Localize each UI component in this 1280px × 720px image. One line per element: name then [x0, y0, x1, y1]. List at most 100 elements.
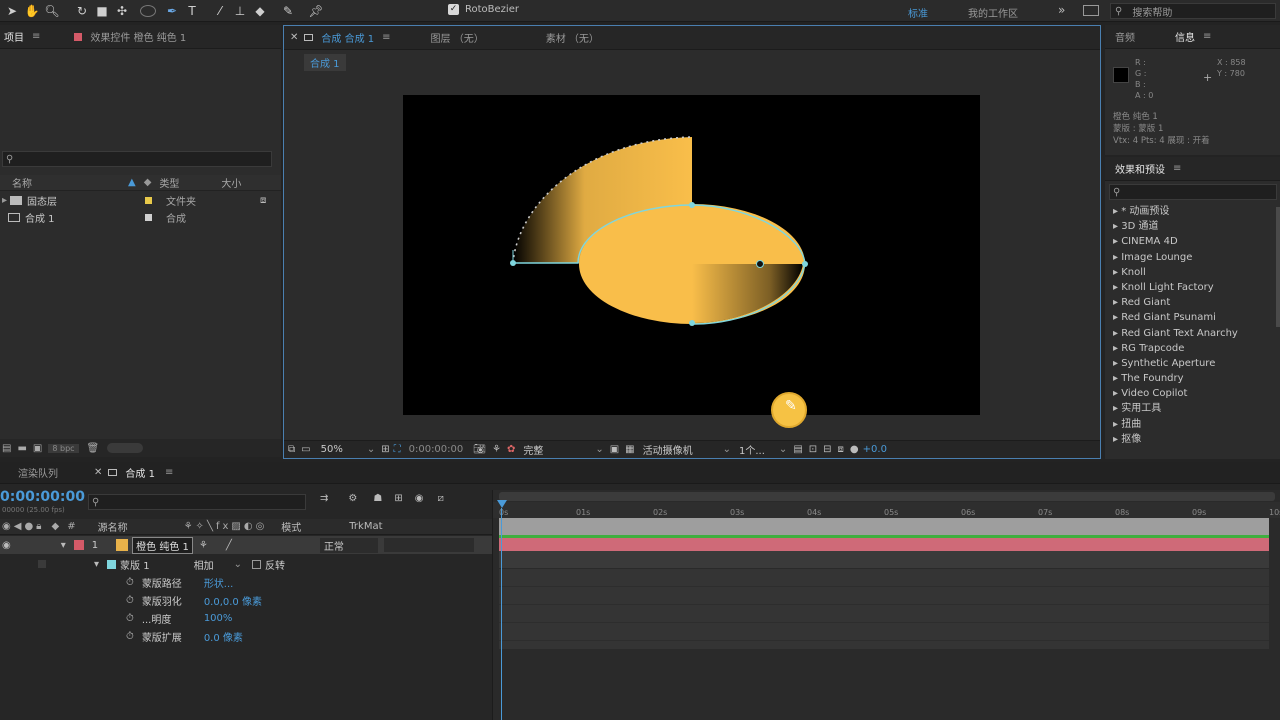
work-area-bar[interactable]	[499, 492, 1275, 501]
effects-category-item[interactable]: Knoll	[1105, 265, 1275, 280]
shy-switch-icon[interactable]: ⚘	[199, 540, 208, 551]
timeline-timecode[interactable]: 0:00:00:00	[0, 489, 85, 505]
effects-category-item[interactable]: Red Giant Psunami	[1105, 310, 1275, 325]
effects-category-item[interactable]: Synthetic Aperture	[1105, 356, 1275, 371]
comp-breadcrumb[interactable]: 合成 1	[304, 54, 346, 71]
effects-category-item[interactable]: CINEMA 4D	[1105, 234, 1275, 249]
workspace-menu-icon[interactable]	[1083, 5, 1099, 16]
zoom-tool-icon[interactable]: 🔍︎	[42, 1, 62, 21]
video-switch-icon[interactable]: ◉	[2, 521, 11, 532]
fast-preview-icon[interactable]: ⊡	[809, 444, 817, 455]
interpret-footage-icon[interactable]: ▤	[2, 443, 11, 454]
chevron-down-icon[interactable]: ⌄	[779, 444, 787, 455]
stopwatch-icon[interactable]: ⏱	[126, 595, 134, 606]
resolution-select[interactable]: 完整	[523, 442, 543, 457]
exposure-value[interactable]: +0.0	[863, 444, 887, 455]
panel-menu-icon[interactable]: ≡	[1173, 163, 1181, 174]
pen-tool-icon[interactable]: ✒	[162, 1, 182, 21]
effects-category-item[interactable]: Video Copilot	[1105, 386, 1275, 401]
property-value[interactable]: 0.0,0.0 像素	[204, 593, 262, 608]
panel-menu-icon[interactable]: ≡	[32, 31, 40, 42]
layer-row[interactable]: ◉ ▾ 1 橙色 纯色 1 ⚘ ╱ 正常	[0, 536, 492, 554]
sort-arrow-icon[interactable]: ▲	[128, 177, 136, 188]
comp-canvas[interactable]	[403, 95, 980, 415]
motion-blur-icon[interactable]: ◉	[415, 493, 424, 504]
property-value[interactable]: 形状...	[204, 575, 234, 590]
mask-name[interactable]: 蒙版 1	[120, 557, 150, 572]
trash-icon[interactable]: 🗑︎	[87, 443, 100, 454]
expand-arrow-icon[interactable]: ▾	[94, 559, 99, 570]
mask-property-row[interactable]: ⏱ 蒙版羽化 0.0,0.0 像素	[0, 591, 492, 609]
rotobezier-checkbox[interactable]: ✓	[448, 4, 459, 15]
flowchart-icon[interactable]: ⧈	[838, 444, 844, 455]
current-time-indicator-head[interactable]	[497, 500, 507, 508]
label-color-swatch[interactable]	[73, 540, 84, 550]
project-search-input[interactable]: ⚲	[2, 151, 272, 167]
mask-property-row[interactable]: ⏱ 蒙版扩展 0.0 像素	[0, 627, 492, 645]
solo-switch-icon[interactable]: ●	[24, 521, 33, 532]
effects-search-input[interactable]: ⚲	[1109, 184, 1277, 200]
workspace-mine[interactable]: 我的工作区	[968, 5, 1018, 20]
hand-tool-icon[interactable]: ✋	[22, 1, 42, 21]
project-item-folder[interactable]: ▸ 固态层 文件夹 ⧈	[0, 192, 281, 208]
text-tool-icon[interactable]: T	[182, 1, 202, 21]
chevron-down-icon[interactable]: ⌄	[723, 444, 731, 455]
stopwatch-icon[interactable]: ⏱	[126, 613, 134, 624]
camera-tool-icon[interactable]: ■	[92, 1, 112, 21]
always-preview-icon[interactable]: ⧉	[288, 444, 295, 455]
grid-icon[interactable]: ⊞	[381, 444, 389, 455]
close-icon[interactable]: ✕	[94, 467, 102, 478]
rotobezier-option[interactable]: ✓ RotoBezier	[448, 4, 519, 15]
tab-render-queue[interactable]: 渲染队列	[18, 465, 58, 480]
expand-arrow-icon[interactable]: ▾	[61, 540, 66, 551]
lock-switch-icon[interactable]: 🔒︎	[36, 521, 41, 532]
panel-menu-icon[interactable]: ≡	[382, 32, 390, 43]
clone-stamp-tool-icon[interactable]: ⊥	[230, 1, 250, 21]
tab-layer[interactable]: 图层 （无）	[431, 30, 484, 45]
mask-property-row[interactable]: ⏱ ...明度 100%	[0, 609, 492, 627]
col-size[interactable]: 大小	[221, 175, 241, 190]
switches-column-icons[interactable]: ⚘✧╲fx▨◐◎	[184, 521, 268, 532]
effects-category-item[interactable]: 实用工具	[1105, 401, 1275, 416]
comp-mini-flowchart-icon[interactable]: ⇉	[320, 493, 328, 504]
close-icon[interactable]: ✕	[290, 32, 298, 43]
panel-menu-icon[interactable]: ≡	[1203, 31, 1211, 42]
new-folder-icon[interactable]: ▬	[17, 443, 26, 454]
invert-checkbox[interactable]	[251, 559, 261, 569]
mask-mode-select[interactable]: 相加	[194, 557, 214, 572]
current-time-indicator-line[interactable]	[501, 508, 502, 720]
draft-3d-icon[interactable]: ⚙	[348, 493, 357, 504]
chevron-down-icon[interactable]: ⌄	[595, 444, 603, 455]
effects-scrollbar[interactable]	[1276, 207, 1280, 327]
effects-category-item[interactable]: RG Trapcode	[1105, 341, 1275, 356]
effects-category-item[interactable]: The Foundry	[1105, 371, 1275, 386]
effects-category-item[interactable]: 扭曲	[1105, 417, 1275, 432]
bpc-button[interactable]: 8 bpc	[48, 443, 79, 453]
zoom-select[interactable]: 50%	[321, 444, 343, 455]
ellipse-tool-icon[interactable]	[140, 4, 156, 17]
mask-color-swatch[interactable]	[107, 559, 117, 569]
effects-category-item[interactable]: 3D 通道	[1105, 219, 1275, 234]
col-mode[interactable]: 模式	[281, 519, 301, 534]
tab-effect-controls[interactable]: 效果控件 橙色 纯色 1	[90, 29, 186, 44]
stopwatch-icon[interactable]: ⏱	[126, 577, 134, 588]
property-value[interactable]: 0.0 像素	[204, 629, 243, 644]
timeline-toggle-icon[interactable]: ⊟	[823, 444, 831, 455]
tab-info[interactable]: 信息	[1175, 29, 1195, 44]
views-select[interactable]: 1个...	[739, 442, 765, 457]
panel-menu-icon[interactable]: ≡	[165, 467, 173, 478]
quality-switch-icon[interactable]: ╱	[226, 540, 232, 551]
effects-category-item[interactable]: Red Giant Text Anarchy	[1105, 326, 1275, 341]
audio-switch-icon[interactable]: ◀	[14, 521, 22, 532]
effects-category-item[interactable]: Image Lounge	[1105, 250, 1275, 265]
eraser-tool-icon[interactable]: ◆	[250, 1, 270, 21]
new-comp-icon[interactable]: ▣	[33, 443, 42, 454]
pan-behind-tool-icon[interactable]: ✣	[112, 1, 132, 21]
tab-project[interactable]: 项目	[4, 29, 24, 44]
effects-category-item[interactable]: Red Giant	[1105, 295, 1275, 310]
show-snapshot-icon[interactable]: ⚘	[492, 444, 501, 455]
label-column-icon[interactable]: ◆	[52, 521, 60, 532]
trkmat-select[interactable]	[383, 538, 474, 552]
roto-brush-tool-icon[interactable]: ✎	[278, 1, 298, 21]
col-trkmat[interactable]: TrkMat	[349, 521, 382, 532]
